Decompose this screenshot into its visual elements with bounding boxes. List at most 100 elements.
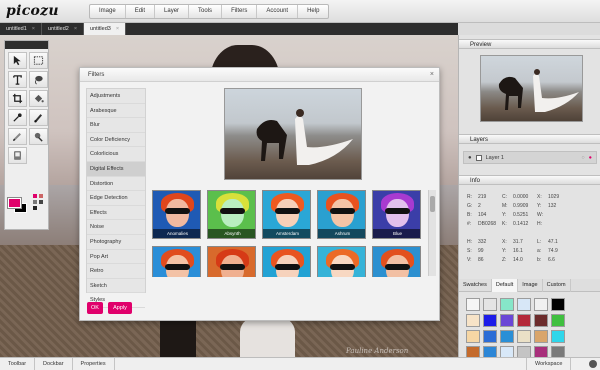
power-icon[interactable] bbox=[589, 360, 597, 368]
info-row: B: 104 Y: 0.5251 W: bbox=[467, 211, 597, 220]
filter-thumbnail[interactable]: Absynth bbox=[207, 190, 256, 239]
tab-close-icon[interactable]: × bbox=[116, 23, 119, 35]
select-arrow-icon[interactable] bbox=[8, 52, 27, 69]
swatch-color[interactable] bbox=[517, 314, 531, 327]
tab-close-icon[interactable]: × bbox=[74, 23, 77, 35]
mini-swatch[interactable] bbox=[33, 206, 37, 210]
swatch-color[interactable] bbox=[466, 330, 480, 343]
filter-thumbnail[interactable] bbox=[317, 246, 366, 277]
text-icon[interactable] bbox=[8, 71, 27, 88]
preview-panel-title[interactable]: Preview bbox=[459, 39, 600, 49]
menu-account[interactable]: Account bbox=[257, 5, 299, 18]
info-value: 74.9 bbox=[548, 248, 558, 254]
filter-thumbnail[interactable]: Amsterdam bbox=[262, 190, 311, 239]
swatch-color[interactable] bbox=[534, 298, 548, 311]
bucket-icon[interactable] bbox=[29, 90, 48, 107]
swatch-color[interactable] bbox=[483, 330, 497, 343]
menu-help[interactable]: Help bbox=[298, 5, 328, 18]
filter-category-item[interactable]: Photography bbox=[87, 235, 145, 250]
filter-category-item[interactable]: Distortion bbox=[87, 177, 145, 192]
swatch-color[interactable] bbox=[483, 314, 497, 327]
mini-swatch[interactable] bbox=[39, 206, 43, 210]
tools-panel bbox=[4, 40, 49, 230]
filter-category-item[interactable]: Arabesque bbox=[87, 104, 145, 119]
filter-category-item[interactable]: Adjustments bbox=[87, 89, 145, 104]
rect-select-icon[interactable] bbox=[29, 52, 48, 69]
filter-category-item[interactable]: Noise bbox=[87, 220, 145, 235]
navigator-preview-image[interactable] bbox=[480, 55, 583, 122]
scrollbar-thumb[interactable] bbox=[430, 196, 435, 212]
dockbar-toggle[interactable]: Dockbar bbox=[35, 358, 73, 370]
menu-image[interactable]: Image bbox=[90, 5, 126, 18]
thumbnails-scrollbar[interactable] bbox=[428, 190, 436, 276]
menu-edit[interactable]: Edit bbox=[126, 5, 156, 18]
menu-tools[interactable]: Tools bbox=[189, 5, 223, 18]
menu-layer[interactable]: Layer bbox=[155, 5, 190, 18]
eraser-icon[interactable] bbox=[8, 147, 27, 164]
clone-icon[interactable] bbox=[29, 128, 48, 145]
filter-category-item[interactable]: Sketch bbox=[87, 279, 145, 294]
tools-panel-header[interactable] bbox=[5, 41, 48, 49]
filter-category-item[interactable]: Colorlicious bbox=[87, 147, 145, 162]
lasso-icon[interactable] bbox=[29, 71, 48, 88]
mini-swatch[interactable] bbox=[39, 200, 43, 204]
filter-thumbnail[interactable] bbox=[262, 246, 311, 277]
swatch-color[interactable] bbox=[483, 298, 497, 311]
layer-row[interactable]: ● Layer 1 ○ ● bbox=[463, 151, 597, 164]
foreground-color-swatch[interactable] bbox=[7, 197, 22, 209]
filter-category-item[interactable]: Effects bbox=[87, 206, 145, 221]
ok-button[interactable]: OK bbox=[87, 302, 103, 314]
swatch-color[interactable] bbox=[500, 298, 514, 311]
pencil-icon[interactable] bbox=[8, 128, 27, 145]
tab-untitled2[interactable]: untitled2 × bbox=[42, 23, 85, 35]
crop-icon[interactable] bbox=[8, 90, 27, 107]
filter-thumbnail[interactable] bbox=[152, 246, 201, 277]
filter-thumbnail[interactable]: Anomalies bbox=[152, 190, 201, 239]
filter-category-item[interactable]: Edge Detection bbox=[87, 191, 145, 206]
swatch-color[interactable] bbox=[534, 330, 548, 343]
tab-untitled3[interactable]: untitled3 × bbox=[84, 23, 127, 35]
close-icon[interactable]: × bbox=[430, 68, 434, 82]
filter-category-item[interactable]: Pop Art bbox=[87, 250, 145, 265]
swatch-color[interactable] bbox=[466, 314, 480, 327]
swatch-color[interactable] bbox=[551, 314, 565, 327]
layers-panel-title[interactable]: Layers bbox=[459, 134, 600, 144]
swatch-color[interactable] bbox=[517, 330, 531, 343]
filter-thumbnail[interactable] bbox=[207, 246, 256, 277]
tab-untitled1[interactable]: untitled1 × bbox=[0, 23, 43, 35]
mini-swatch[interactable] bbox=[33, 194, 37, 198]
swatch-color[interactable] bbox=[466, 298, 480, 311]
info-panel-title[interactable]: Info bbox=[459, 175, 600, 185]
eyedropper-icon[interactable] bbox=[8, 109, 27, 126]
tab-custom[interactable]: Custom bbox=[543, 279, 571, 292]
apply-button[interactable]: Apply bbox=[108, 302, 132, 314]
info-key bbox=[467, 229, 478, 238]
filter-thumbnail[interactable]: Blue bbox=[372, 190, 421, 239]
filter-thumbnail[interactable] bbox=[372, 246, 421, 277]
filter-category-item[interactable]: Blur bbox=[87, 118, 145, 133]
delete-layer-icon[interactable]: ● bbox=[589, 155, 592, 161]
tab-close-icon[interactable]: × bbox=[32, 23, 35, 35]
swatch-color[interactable] bbox=[551, 330, 565, 343]
mini-swatch[interactable] bbox=[33, 200, 37, 204]
lock-icon[interactable]: ○ bbox=[581, 155, 584, 161]
swatch-color[interactable] bbox=[534, 314, 548, 327]
tab-default[interactable]: Default bbox=[491, 279, 519, 292]
eye-icon[interactable]: ● bbox=[468, 155, 472, 161]
swatch-color[interactable] bbox=[517, 298, 531, 311]
swatch-color[interactable] bbox=[500, 330, 514, 343]
menu-filters[interactable]: Filters bbox=[222, 5, 258, 18]
tab-image[interactable]: Image bbox=[518, 279, 543, 292]
swatch-color[interactable] bbox=[500, 314, 514, 327]
filter-category-item[interactable]: Retro bbox=[87, 264, 145, 279]
filter-thumbnail[interactable]: Ashrum bbox=[317, 190, 366, 239]
properties-toggle[interactable]: Properties bbox=[73, 358, 115, 370]
swatch-color[interactable] bbox=[551, 298, 565, 311]
filter-category-item-selected[interactable]: Digital Effects bbox=[87, 161, 145, 177]
workspace-button[interactable]: Workspace bbox=[526, 358, 572, 370]
filter-category-item[interactable]: Color Deficiency bbox=[87, 133, 145, 148]
brush-icon[interactable] bbox=[29, 109, 48, 126]
filters-dialog-header[interactable]: Filters × bbox=[80, 68, 439, 82]
toolbar-toggle[interactable]: Toolbar bbox=[0, 358, 36, 370]
mini-swatch[interactable] bbox=[39, 194, 43, 198]
